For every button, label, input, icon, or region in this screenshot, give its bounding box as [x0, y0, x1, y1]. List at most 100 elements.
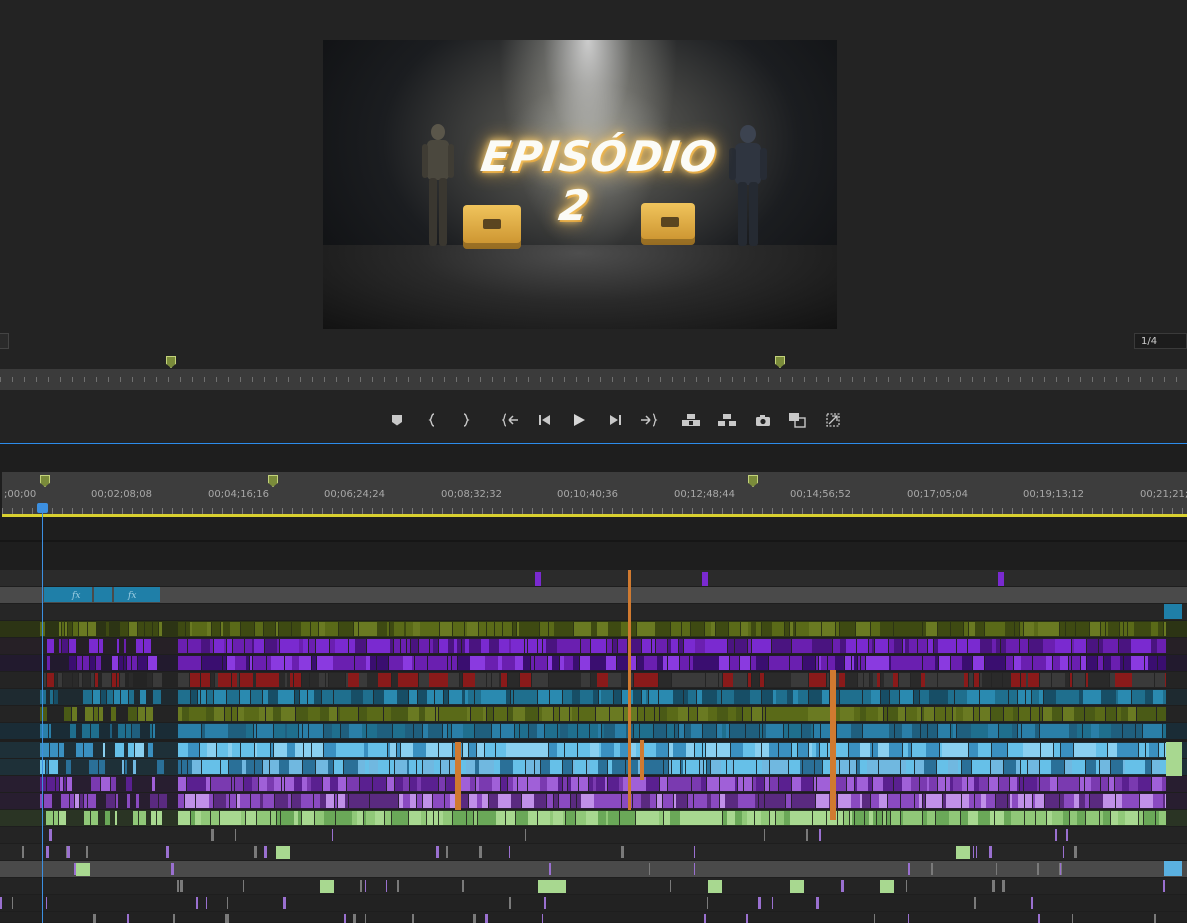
- clip[interactable]: [674, 794, 676, 808]
- clip[interactable]: [860, 743, 870, 757]
- clip[interactable]: [221, 622, 223, 636]
- clip[interactable]: [906, 760, 914, 774]
- clip[interactable]: [423, 794, 432, 808]
- playhead-handle[interactable]: [37, 503, 48, 513]
- clip[interactable]: [710, 639, 723, 653]
- clip[interactable]: [394, 639, 400, 653]
- clip[interactable]: [706, 743, 716, 757]
- clip[interactable]: [594, 794, 605, 808]
- clip[interactable]: [241, 811, 245, 825]
- clip[interactable]: [235, 673, 237, 687]
- clip[interactable]: [792, 743, 797, 757]
- clip[interactable]: [390, 760, 394, 774]
- clip[interactable]: [637, 656, 644, 670]
- clip[interactable]: [292, 794, 301, 808]
- clip[interactable]: [296, 707, 308, 721]
- clip[interactable]: [178, 811, 190, 825]
- clip[interactable]: [811, 724, 813, 738]
- clip[interactable]: [419, 707, 425, 721]
- clip[interactable]: [308, 690, 314, 704]
- clip[interactable]: [744, 777, 752, 791]
- clip[interactable]: [475, 690, 481, 704]
- clip[interactable]: [929, 777, 937, 791]
- track-row[interactable]: [0, 587, 1187, 603]
- clip[interactable]: [90, 656, 95, 670]
- clip[interactable]: [185, 794, 195, 808]
- clip[interactable]: [991, 707, 996, 721]
- clip[interactable]: [702, 656, 711, 670]
- mark-out-button[interactable]: [452, 405, 478, 435]
- clip[interactable]: [809, 743, 812, 757]
- clip[interactable]: [1018, 724, 1021, 738]
- clip[interactable]: [209, 794, 213, 808]
- clip[interactable]: [1078, 707, 1084, 721]
- clip[interactable]: [99, 707, 103, 721]
- clip[interactable]: [546, 639, 557, 653]
- clip[interactable]: [0, 897, 2, 909]
- clip[interactable]: [560, 707, 562, 721]
- clip[interactable]: [614, 743, 620, 757]
- clip[interactable]: [214, 639, 224, 653]
- clip[interactable]: [763, 707, 765, 721]
- clip[interactable]: [1132, 794, 1139, 808]
- clip[interactable]: [365, 914, 366, 923]
- clip[interactable]: [288, 639, 299, 653]
- clip[interactable]: [969, 794, 974, 808]
- clip[interactable]: [696, 673, 705, 687]
- clip[interactable]: [700, 811, 703, 825]
- clip[interactable]: [47, 639, 54, 653]
- clip[interactable]: [1166, 742, 1182, 776]
- monitor-marker[interactable]: [775, 356, 785, 368]
- clip[interactable]: [1083, 794, 1085, 808]
- clip[interactable]: [601, 690, 609, 704]
- timeline-marker[interactable]: [748, 475, 758, 487]
- clip[interactable]: [84, 811, 90, 825]
- clip[interactable]: [393, 724, 405, 738]
- clip[interactable]: [257, 811, 270, 825]
- clip[interactable]: [467, 811, 473, 825]
- clip[interactable]: [946, 777, 950, 791]
- clip[interactable]: [1051, 760, 1064, 774]
- clip[interactable]: [386, 880, 387, 892]
- clip[interactable]: [99, 639, 103, 653]
- clip[interactable]: [905, 639, 909, 653]
- clip[interactable]: [819, 829, 821, 841]
- clip[interactable]: [777, 724, 783, 738]
- clip[interactable]: [1085, 794, 1089, 808]
- clip[interactable]: [112, 673, 116, 687]
- clip[interactable]: [457, 639, 461, 653]
- clip[interactable]: [1139, 811, 1143, 825]
- clip[interactable]: [365, 880, 366, 892]
- clip[interactable]: [462, 690, 465, 704]
- clip[interactable]: [590, 760, 598, 774]
- clip[interactable]: [1099, 639, 1103, 653]
- clip[interactable]: [858, 656, 860, 670]
- clip[interactable]: [314, 794, 320, 808]
- clip[interactable]: [538, 639, 542, 653]
- clip[interactable]: [79, 622, 87, 636]
- clip[interactable]: [1066, 622, 1075, 636]
- clip[interactable]: [357, 811, 363, 825]
- clip[interactable]: [367, 707, 376, 721]
- clip[interactable]: [473, 914, 476, 923]
- clip[interactable]: [802, 622, 809, 636]
- clip[interactable]: [1090, 673, 1094, 687]
- clip[interactable]: [132, 656, 137, 670]
- clip[interactable]: [597, 673, 608, 687]
- clip[interactable]: [401, 656, 403, 670]
- clip[interactable]: [410, 707, 419, 721]
- clip[interactable]: [803, 760, 814, 774]
- clip[interactable]: [711, 656, 719, 670]
- clip[interactable]: [218, 724, 228, 738]
- clip[interactable]: [951, 656, 957, 670]
- clip[interactable]: [403, 794, 410, 808]
- clip[interactable]: [770, 777, 778, 791]
- track-row[interactable]: [0, 912, 1187, 922]
- clip[interactable]: [1040, 707, 1042, 721]
- clip[interactable]: [836, 743, 848, 757]
- clip[interactable]: [850, 622, 855, 636]
- clip[interactable]: [766, 707, 769, 721]
- clip[interactable]: [590, 743, 594, 757]
- clip[interactable]: [534, 794, 546, 808]
- clip[interactable]: [111, 777, 116, 791]
